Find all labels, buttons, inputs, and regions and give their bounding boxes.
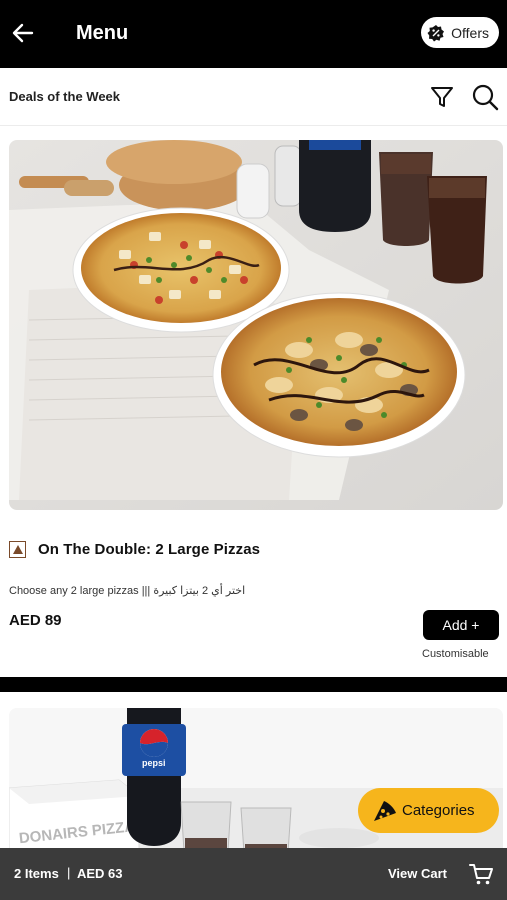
bottle-text: pepsi <box>142 758 166 768</box>
app-header: Menu Offers <box>0 0 507 68</box>
view-cart-button[interactable]: View Cart <box>388 866 447 882</box>
page-title: Menu <box>76 22 129 44</box>
cart-bar[interactable]: 2 Items | AED 63 View Cart <box>0 848 507 900</box>
cart-separator: | <box>67 865 71 880</box>
offers-label: Offers <box>451 24 489 41</box>
pizza-photo[interactable] <box>9 140 503 510</box>
customisable-label: Customisable <box>422 648 489 660</box>
cart-item-count: 2 Items <box>14 866 59 881</box>
section-title: Deals of the Week <box>9 89 121 104</box>
filter-icon[interactable] <box>428 83 456 111</box>
item-title[interactable]: On The Double: 2 Large Pizzas <box>38 540 260 560</box>
cart-total: AED 63 <box>77 866 123 881</box>
section-bar: Deals of the Week <box>0 68 507 126</box>
cart-icon[interactable] <box>468 861 494 887</box>
categories-label: Categories <box>402 802 475 819</box>
arrow-left-icon[interactable] <box>10 20 36 46</box>
search-icon[interactable] <box>470 82 500 112</box>
add-button[interactable]: Add + <box>423 610 499 640</box>
item-price: AED 89 <box>9 612 62 629</box>
categories-button[interactable]: Categories <box>358 788 499 833</box>
item-description: Choose any 2 large pizzas ||| اختر أي 2 … <box>9 585 246 597</box>
pizza-slice-icon <box>374 800 396 821</box>
discount-badge-icon <box>427 24 445 41</box>
non-veg-indicator-icon <box>9 541 26 558</box>
offers-button[interactable]: Offers <box>421 17 499 48</box>
divider <box>0 677 507 692</box>
